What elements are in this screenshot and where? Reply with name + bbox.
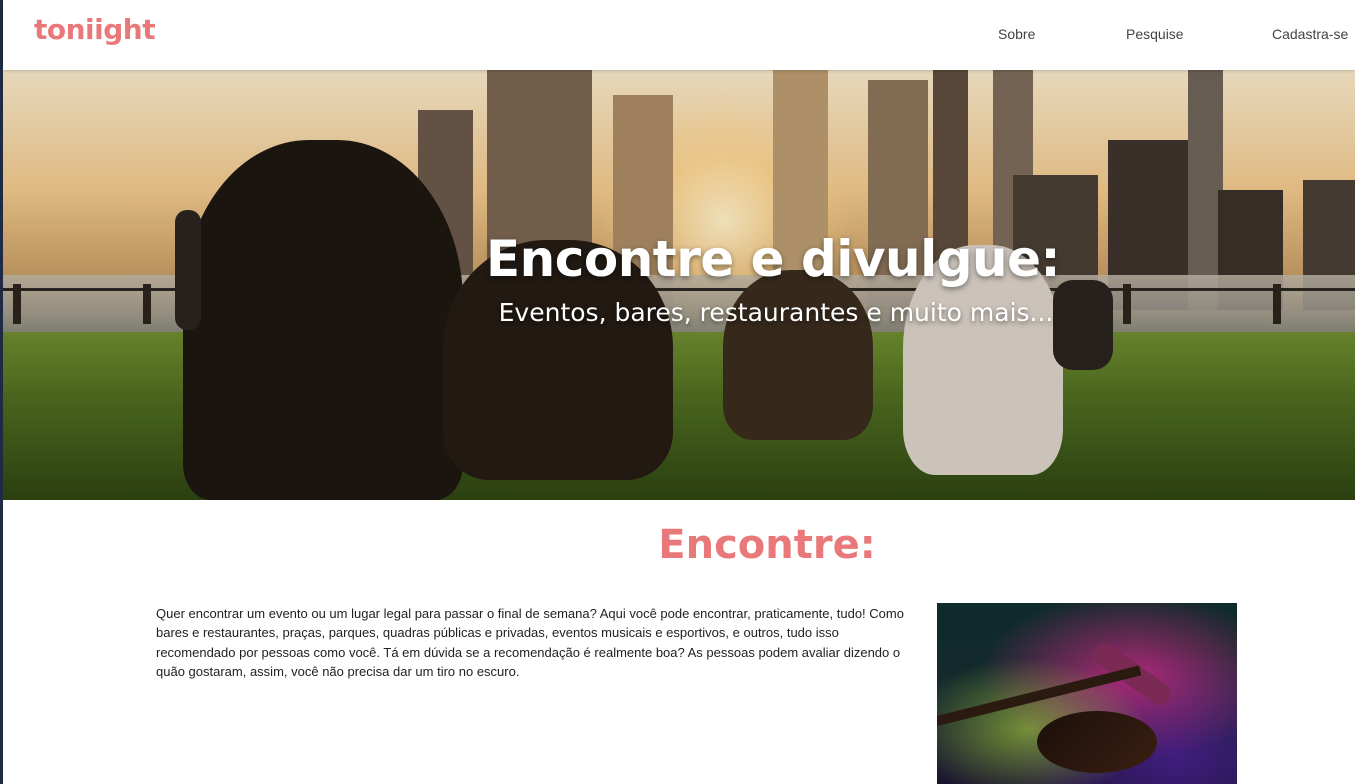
concert-image — [937, 603, 1237, 784]
hero-subtitle: Eventos, bares, restaurantes e muito mai… — [498, 298, 1054, 327]
hero-banner: Encontre e divulgue: Eventos, bares, res… — [3, 70, 1355, 500]
logo[interactable]: toniight — [34, 13, 156, 46]
hero-title: Encontre e divulgue: — [485, 230, 1061, 288]
section-description: Quer encontrar um evento ou um lugar leg… — [156, 606, 904, 680]
guitar-body — [1037, 711, 1157, 773]
nav-link-pesquise[interactable]: Pesquise — [1126, 26, 1184, 42]
section-title: Encontre: — [658, 522, 876, 568]
nav-link-cadastra-se[interactable]: Cadastra-se — [1272, 26, 1348, 42]
nav-link-sobre[interactable]: Sobre — [998, 26, 1035, 42]
navbar: toniight Sobre Pesquise Cadastra-se — [3, 0, 1355, 70]
